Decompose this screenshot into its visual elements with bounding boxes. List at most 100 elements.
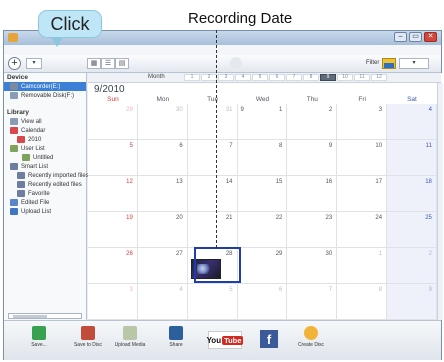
calendar-day-cell[interactable]: 2 (287, 104, 338, 140)
facebook-button[interactable]: f (260, 330, 278, 348)
calendar-day-cell[interactable]: 11 (387, 140, 437, 176)
calendar-day-cell[interactable]: 1 (337, 248, 388, 284)
calendar-day-cell[interactable]: 4 (137, 284, 188, 320)
minimize-button[interactable]: – (394, 32, 407, 42)
sidebar-item-calendar[interactable]: Calendar (4, 126, 86, 135)
maximize-button[interactable]: ▭ (409, 32, 422, 42)
calendar-view-icon[interactable]: ▤ (115, 58, 129, 69)
sidebar-item-label: Calendar (21, 127, 46, 134)
create-disc-button[interactable]: Create Disc (290, 324, 332, 358)
month-cell[interactable]: 9 (320, 74, 336, 81)
day-number: 2 (428, 251, 432, 257)
month-cell[interactable]: 4 (235, 74, 251, 81)
calendar-day-cell[interactable]: 23 (287, 212, 338, 248)
calendar-day-cell[interactable]: 9 (287, 140, 338, 176)
calendar-day-cell[interactable]: 14 (187, 176, 238, 212)
list-view-icon[interactable]: ☰ (101, 58, 115, 69)
sidebar-item-edited-file[interactable]: Edited File (4, 198, 86, 207)
save-button[interactable]: Save... (18, 324, 60, 358)
month-cell[interactable]: 8 (303, 74, 319, 81)
month-cell[interactable]: 2 (201, 74, 217, 81)
calendar-day-cell[interactable]: 22 (237, 212, 288, 248)
sidebar-item-label: User List (21, 145, 45, 152)
calendar-day-cell[interactable]: 9 (387, 284, 437, 320)
calendar-day-cell[interactable]: 15 (237, 176, 288, 212)
calendar-day-cell[interactable]: 16 (287, 176, 338, 212)
calendar-day-cell[interactable]: 10 (337, 140, 388, 176)
month-cell[interactable]: 3 (218, 74, 234, 81)
month-cell[interactable]: 6 (269, 74, 285, 81)
month-cell[interactable]: 1 (184, 74, 200, 81)
calendar-day-cell[interactable]: 2 (387, 248, 437, 284)
calendar-day-cell[interactable]: 6 (237, 284, 288, 320)
video-thumbnail[interactable] (190, 259, 221, 279)
calendar-day-cell[interactable]: 6 (137, 140, 188, 176)
sidebar-item-recently-imported[interactable]: Recently imported files (4, 171, 89, 180)
calendar-day-cell[interactable]: 13 (137, 176, 188, 212)
calendar-day-cell[interactable]: 20 (137, 212, 188, 248)
day-number: 1 (378, 251, 383, 257)
recording-date-pointer (216, 30, 217, 248)
calendar-day-cell[interactable]: 28 (187, 248, 238, 284)
calendar-day-cell[interactable]: 3 (337, 104, 388, 140)
calendar-day-cell[interactable]: 25 (387, 212, 437, 248)
device-header: Device (7, 74, 28, 81)
calendar-day-cell[interactable]: 19 (88, 212, 138, 248)
month-cell[interactable]: 5 (252, 74, 268, 81)
grid-view-icon[interactable]: ▦ (87, 58, 101, 69)
upload-media-button[interactable]: Upload Media (109, 324, 151, 358)
sidebar-item-removable-disk[interactable]: Removable Disk(F:) (4, 91, 86, 100)
filter-dropdown[interactable]: ▾ (399, 58, 429, 69)
calendar-day-cell[interactable]: 30 (287, 248, 338, 284)
sidebar-item-2010[interactable]: 2010 (4, 135, 86, 144)
sidebar-scrollbar[interactable] (8, 313, 82, 319)
calendar-day-cell[interactable]: 24 (337, 212, 388, 248)
calendar-day-cell[interactable]: 29 (237, 248, 288, 284)
calendar-day-cell[interactable]: 21 (187, 212, 238, 248)
save-to-disc-button[interactable]: Save to Disc (67, 324, 109, 358)
sidebar-item-favorite[interactable]: Favorite (4, 189, 86, 198)
calendar-day-cell[interactable]: 7 (187, 140, 238, 176)
sidebar-item-upload-list[interactable]: Upload List (4, 207, 86, 216)
calendar-day-cell[interactable]: 3 (88, 284, 138, 320)
day-number: 6 (179, 143, 183, 149)
sidebar-item-camcorder[interactable]: Camcorder(E:) (4, 82, 86, 91)
calendar-day-cell[interactable]: 19 (237, 104, 288, 140)
calendar-day-cell[interactable]: 7 (287, 284, 338, 320)
calendar-day-cell[interactable]: 12 (88, 176, 138, 212)
calendar-day-cell[interactable]: 29 (88, 104, 138, 140)
day-number: 14 (225, 179, 233, 185)
calendar-scrollbar[interactable] (437, 83, 443, 320)
sidebar-item-view-all[interactable]: View all (4, 117, 86, 126)
share-label: Share (169, 342, 183, 348)
calendar-day-cell[interactable]: 8 (337, 284, 388, 320)
month-cell[interactable]: 10 (337, 74, 353, 81)
calendar-day-cell[interactable]: 31 (187, 104, 238, 140)
close-button[interactable]: ✕ (424, 32, 437, 42)
calendar-icon (10, 127, 18, 134)
calendar-day-cell[interactable]: 5 (88, 140, 138, 176)
share-button[interactable]: Share (155, 324, 197, 358)
month-cell[interactable]: 7 (286, 74, 302, 81)
sidebar-item-recently-edited[interactable]: Recently edited files (4, 180, 86, 189)
calendar-day-cell[interactable]: 27 (137, 248, 188, 284)
sidebar-item-user-list[interactable]: User List (4, 144, 86, 153)
calendar-day-cell[interactable]: 30 (137, 104, 188, 140)
filter-icon[interactable] (382, 58, 396, 69)
calendar-day-cell[interactable]: 18 (387, 176, 437, 212)
add-button[interactable]: + (8, 57, 21, 70)
toolbar-dropdown[interactable]: ▾ (26, 58, 42, 69)
month-cell[interactable]: 12 (371, 74, 387, 81)
calendar-day-cell[interactable]: 5 (187, 284, 238, 320)
save-to-disc-label: Save to Disc (73, 342, 103, 348)
month-cell[interactable]: 11 (354, 74, 370, 81)
youtube-button[interactable]: You Tube (207, 331, 244, 349)
sidebar-item-untitled[interactable]: Untitled (4, 153, 86, 162)
camcorder-icon (10, 83, 18, 90)
calendar-day-cell[interactable]: 4 (387, 104, 437, 140)
sidebar-item-smart-list[interactable]: Smart List (4, 162, 86, 171)
calendar-day-cell[interactable]: 26 (88, 248, 138, 284)
calendar-day-cell[interactable]: 17 (337, 176, 388, 212)
calendar-day-cell[interactable]: 8 (237, 140, 288, 176)
youtube-tube-text: Tube (222, 335, 244, 345)
